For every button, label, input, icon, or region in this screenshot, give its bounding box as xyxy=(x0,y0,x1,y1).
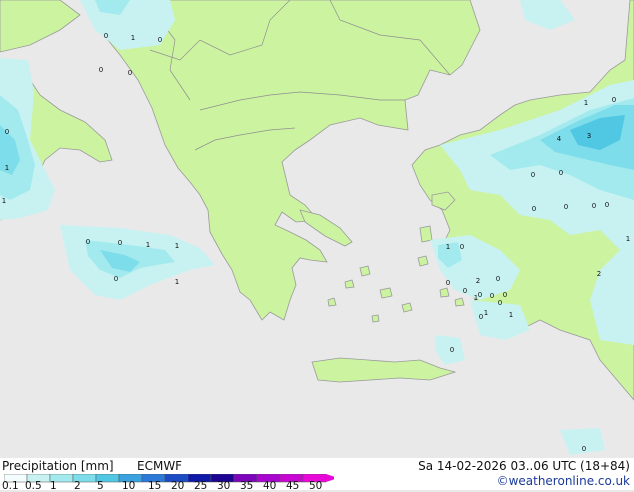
precip-value: 0 xyxy=(158,36,162,44)
precip-value: 1 xyxy=(131,34,135,42)
colorbar-tick: 15 xyxy=(148,480,162,492)
precipitation-map: 0 1 00 00110 0 1 10 11 00 24 3010 00 0 0 01200 10000101… xyxy=(0,0,634,458)
precip-value: 1 xyxy=(626,235,630,243)
precip-value: 1 xyxy=(175,242,179,250)
precip-value: 0 xyxy=(446,279,450,287)
credit-link[interactable]: ©weatheronline.co.uk xyxy=(497,474,630,488)
precip-value: 0 xyxy=(612,96,616,104)
colorbar-tick: 25 xyxy=(194,480,208,492)
precip-value: 0 xyxy=(532,205,536,213)
precip-value: 2 xyxy=(476,277,480,285)
precip-value: 3 xyxy=(587,132,591,140)
chios-land xyxy=(419,225,433,243)
precip-value: 1 xyxy=(446,243,450,251)
colorbar-tick: 2 xyxy=(74,480,81,492)
precip-value: 0 xyxy=(463,287,467,295)
precip-value: 0 xyxy=(104,32,108,40)
precip-value: 1 xyxy=(584,99,588,107)
precip-value: 0 xyxy=(118,239,122,247)
precip-value: 1 xyxy=(2,197,6,205)
precip-value: 0 xyxy=(460,243,464,251)
precip-value: 0 xyxy=(559,169,563,177)
precip-value: 2 xyxy=(597,270,601,278)
colorbar-tick: 35 xyxy=(240,480,254,492)
colorbar-arrow xyxy=(326,474,334,482)
colorbar-tick: 0.1 xyxy=(2,480,19,492)
precip-value: 0 xyxy=(503,291,507,299)
precip-value: 0 xyxy=(479,313,483,321)
precip-value: 0 xyxy=(496,275,500,283)
datetime: Sa 14-02-2026 03..06 UTC (18+84) xyxy=(418,459,630,473)
precip-value: 1 xyxy=(175,278,179,286)
precip-value: 4 xyxy=(557,135,562,143)
colorbar-tick: 50 xyxy=(309,480,323,492)
colorbar-tick: 0.5 xyxy=(25,480,42,492)
legend-footer: Precipitation [mm] ECMWF Sa 14-02-2026 0… xyxy=(0,458,634,492)
colorbar-tick: 40 xyxy=(263,480,277,492)
precip-value: 1 xyxy=(484,309,488,317)
precip-value: 0 xyxy=(490,292,494,300)
colorbar-tick: 5 xyxy=(97,480,104,492)
precip-value: 0 xyxy=(450,346,454,354)
precip-value: 1 xyxy=(5,164,9,172)
colorbar-tick: 10 xyxy=(122,480,136,492)
precip-value: 0 xyxy=(605,201,609,209)
precip-value: 0 xyxy=(86,238,90,246)
legend-title: Precipitation [mm] xyxy=(2,459,114,473)
precip-value: 0 xyxy=(99,66,103,74)
colorbar-tick: 20 xyxy=(171,480,185,492)
precip-value: 1 xyxy=(474,294,478,302)
precip-value: 0 xyxy=(531,171,535,179)
model-name: ECMWF xyxy=(137,459,183,473)
colorbar-tick: 1 xyxy=(50,480,57,492)
colorbar-tick: 45 xyxy=(286,480,300,492)
precip-value: 0 xyxy=(592,202,596,210)
precip-value: 0 xyxy=(128,69,132,77)
precip-value: 0 xyxy=(582,445,586,453)
colorbar-tick: 30 xyxy=(217,480,231,492)
precip-value: 0 xyxy=(478,291,482,299)
precip-value: 0 xyxy=(114,275,118,283)
precip-value: 1 xyxy=(146,241,150,249)
precip-value: 0 xyxy=(564,203,568,211)
precip-value: 0 xyxy=(498,299,502,307)
precip-value: 1 xyxy=(509,311,513,319)
precip-value: 0 xyxy=(5,128,9,136)
